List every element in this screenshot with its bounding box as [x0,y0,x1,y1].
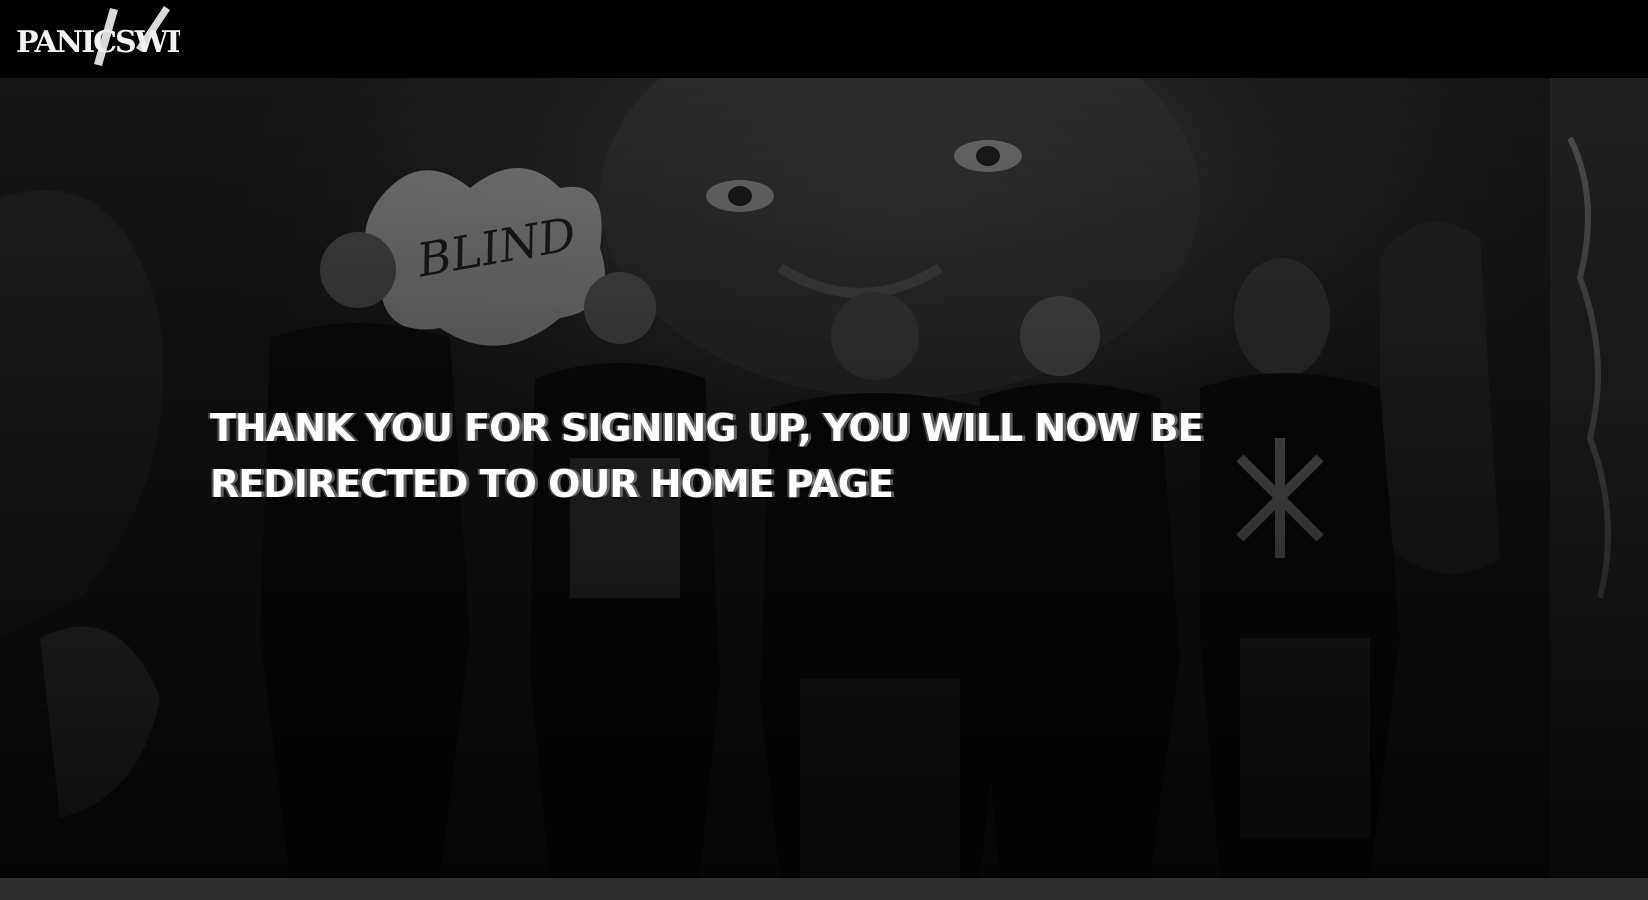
hero-section: BLIND [0,78,1648,878]
svg-text:PANICSWITCH: PANICSWITCH [16,25,180,60]
signup-confirmation-message: THANK YOU FOR SIGNING UP, YOU WILL NOW B… [210,406,1204,506]
site-header: PANICSWITCH [0,0,1648,78]
footer-bar [0,878,1648,900]
band-logo: PANICSWITCH [16,6,180,66]
